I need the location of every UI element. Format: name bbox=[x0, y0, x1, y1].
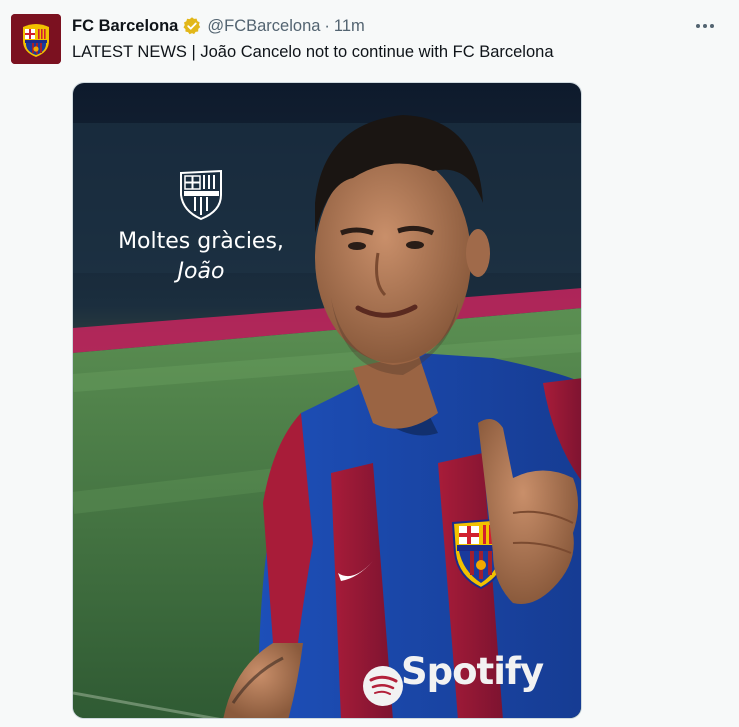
tweet[interactable]: FC Barcelona @FCBarcelona · 11m LATEST N… bbox=[0, 0, 739, 727]
tweet-text: LATEST NEWS | João Cancelo not to contin… bbox=[72, 43, 554, 61]
sponsor-logo-text: Spotify bbox=[401, 650, 544, 693]
thanks-message: Moltes gràcies, João bbox=[73, 227, 329, 287]
avatar[interactable] bbox=[11, 14, 61, 64]
thanks-line-2: João bbox=[177, 259, 225, 284]
separator-dot: · bbox=[324, 16, 330, 35]
more-options-icon[interactable] bbox=[693, 16, 717, 36]
thanks-line-1: Moltes gràcies, bbox=[118, 229, 284, 254]
verified-badge-icon[interactable] bbox=[182, 16, 202, 36]
player-photo bbox=[73, 83, 581, 718]
tweet-media-image[interactable]: Moltes gràcies, João Spotify bbox=[72, 82, 582, 719]
author-name[interactable]: FC Barcelona bbox=[72, 17, 178, 36]
tweet-header: FC Barcelona @FCBarcelona · 11m bbox=[72, 14, 365, 38]
author-handle[interactable]: @FCBarcelona bbox=[207, 17, 320, 36]
timestamp[interactable]: 11m bbox=[334, 17, 365, 36]
